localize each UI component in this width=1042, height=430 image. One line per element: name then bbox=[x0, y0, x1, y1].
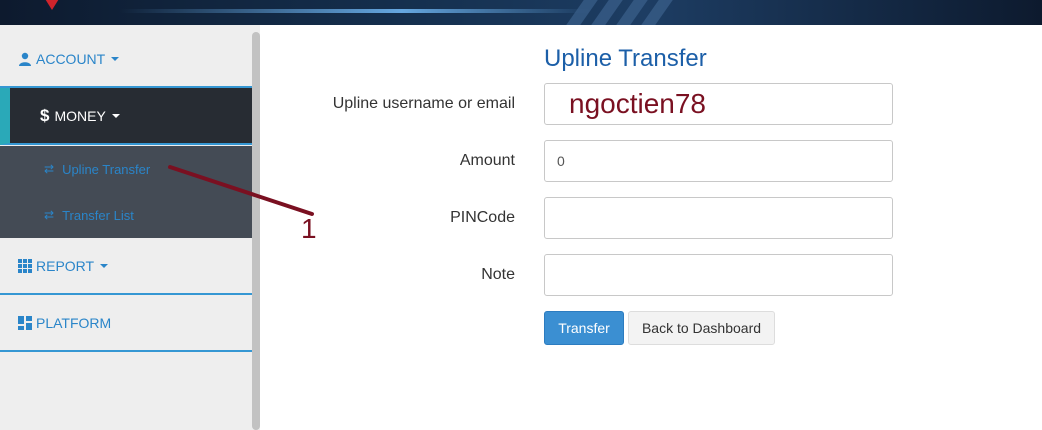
money-submenu: ⇄ Upline Transfer ⇄ Transfer List bbox=[0, 146, 252, 238]
submenu-item-transfer-list[interactable]: ⇄ Transfer List bbox=[0, 192, 252, 238]
dollar-icon: $ bbox=[40, 105, 50, 125]
form-row-note: Note bbox=[260, 254, 1042, 296]
amount-input[interactable] bbox=[544, 140, 893, 182]
banner-stripe bbox=[641, 0, 673, 25]
form-row-pincode: PINCode bbox=[260, 197, 1042, 239]
sidebar-scrollbar[interactable] bbox=[252, 32, 260, 430]
username-input[interactable] bbox=[544, 83, 893, 125]
chevron-down-icon bbox=[111, 56, 120, 61]
form-row-username: Upline username or email bbox=[260, 83, 1042, 125]
note-input[interactable] bbox=[544, 254, 893, 296]
sidebar-item-label: PLATFORM bbox=[36, 314, 112, 331]
transfer-icon: ⇄ bbox=[44, 208, 55, 222]
banner-glow bbox=[120, 9, 590, 13]
user-icon bbox=[17, 51, 32, 66]
page-title: Upline Transfer bbox=[544, 45, 707, 72]
pincode-label: PINCode bbox=[450, 209, 515, 226]
grid-icon bbox=[17, 258, 32, 273]
chevron-down-icon bbox=[100, 263, 109, 268]
amount-label: Amount bbox=[459, 152, 515, 169]
sidebar-item-platform[interactable]: PLATFORM bbox=[0, 295, 252, 352]
submenu-item-upline-transfer[interactable]: ⇄ Upline Transfer bbox=[0, 146, 252, 192]
dashboard-icon bbox=[17, 315, 32, 330]
annotation-number: 1 bbox=[301, 213, 317, 244]
note-label: Note bbox=[481, 266, 515, 283]
username-label: Upline username or email bbox=[332, 95, 515, 112]
submenu-item-label: Upline Transfer bbox=[62, 161, 151, 177]
chevron-down-icon bbox=[111, 113, 120, 118]
main-content: Upline Transfer Upline username or email… bbox=[260, 25, 1042, 430]
submenu-item-label: Transfer List bbox=[62, 207, 134, 223]
sidebar-item-account[interactable]: ACCOUNT bbox=[0, 31, 252, 88]
sidebar-item-label: REPORT bbox=[36, 257, 95, 274]
transfer-button[interactable]: Transfer bbox=[544, 311, 624, 345]
sidebar-item-report[interactable]: REPORT bbox=[0, 238, 252, 295]
form-row-amount: Amount bbox=[260, 140, 1042, 182]
logo-icon bbox=[42, 0, 62, 10]
back-to-dashboard-button[interactable]: Back to Dashboard bbox=[628, 311, 775, 345]
sidebar-item-label: MONEY bbox=[54, 107, 106, 124]
sidebar-item-label: ACCOUNT bbox=[36, 50, 106, 67]
top-banner bbox=[0, 0, 1042, 25]
transfer-icon: ⇄ bbox=[44, 162, 55, 176]
sidebar-item-money[interactable]: $ MONEY bbox=[0, 88, 252, 145]
pincode-input[interactable] bbox=[544, 197, 893, 239]
